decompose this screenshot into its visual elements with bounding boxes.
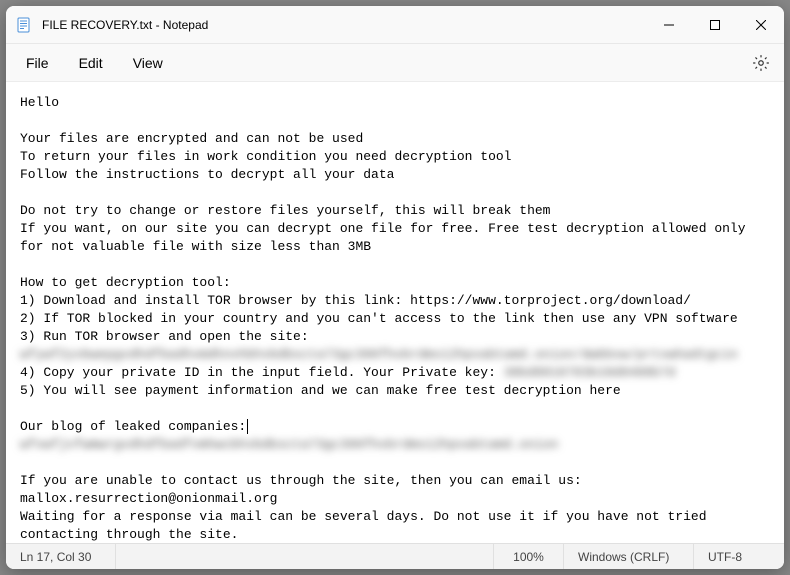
text-line: How to get decryption tool: [20,275,231,290]
text-line: To return your files in work condition y… [20,149,511,164]
redacted-blog-url: wfvwfjvfwmwrgvdhdfbadfvmhwcbhvbdbscta73g… [20,437,558,452]
redacted-key: 38bd8818783b18d8488b7d [504,365,676,380]
status-position: Ln 17, Col 30 [6,544,116,569]
notepad-icon [16,17,32,33]
status-line-ending: Windows (CRLF) [564,544,694,569]
text-caret [247,419,248,434]
close-button[interactable] [738,6,784,43]
notepad-window: FILE RECOVERY.txt - Notepad File Edit Vi… [6,6,784,569]
text-editor[interactable]: Hello Your files are encrypted and can n… [6,82,784,543]
text-line: If you want, on our site you can decrypt… [20,221,753,254]
status-zoom[interactable]: 100% [494,544,564,569]
text-line: 5) You will see payment information and … [20,383,621,398]
menubar: File Edit View [6,44,784,82]
text-line: Hello [20,95,59,110]
redacted-url: wfywf2yvbwepgvdhdfbadhvmdhnvhbhvbdbscta7… [20,347,738,362]
menu-edit[interactable]: Edit [67,49,115,77]
text-line: Follow the instructions to decrypt all y… [20,167,394,182]
text-line: 3) Run TOR browser and open the site: [20,329,309,344]
text-line: 1) Download and install TOR browser by t… [20,293,691,308]
text-line: Your files are encrypted and can not be … [20,131,363,146]
menu-file[interactable]: File [14,49,61,77]
text-line: 2) If TOR blocked in your country and yo… [20,311,738,326]
minimize-button[interactable] [646,6,692,43]
maximize-button[interactable] [692,6,738,43]
titlebar: FILE RECOVERY.txt - Notepad [6,6,784,44]
settings-button[interactable] [746,48,776,78]
window-title: FILE RECOVERY.txt - Notepad [42,18,646,32]
statusbar: Ln 17, Col 30 100% Windows (CRLF) UTF-8 [6,543,784,569]
window-controls [646,6,784,43]
text-line: 4) Copy your private ID in the input fie… [20,365,504,380]
text-line: mallox.resurrection@onionmail.org [20,491,277,506]
text-line: Do not try to change or restore files yo… [20,203,551,218]
menu-view[interactable]: View [121,49,175,77]
text-line: If you are unable to contact us through … [20,473,582,488]
text-line: Our blog of leaked companies: [20,419,246,434]
text-line: Waiting for a response via mail can be s… [20,509,714,542]
status-encoding: UTF-8 [694,544,784,569]
